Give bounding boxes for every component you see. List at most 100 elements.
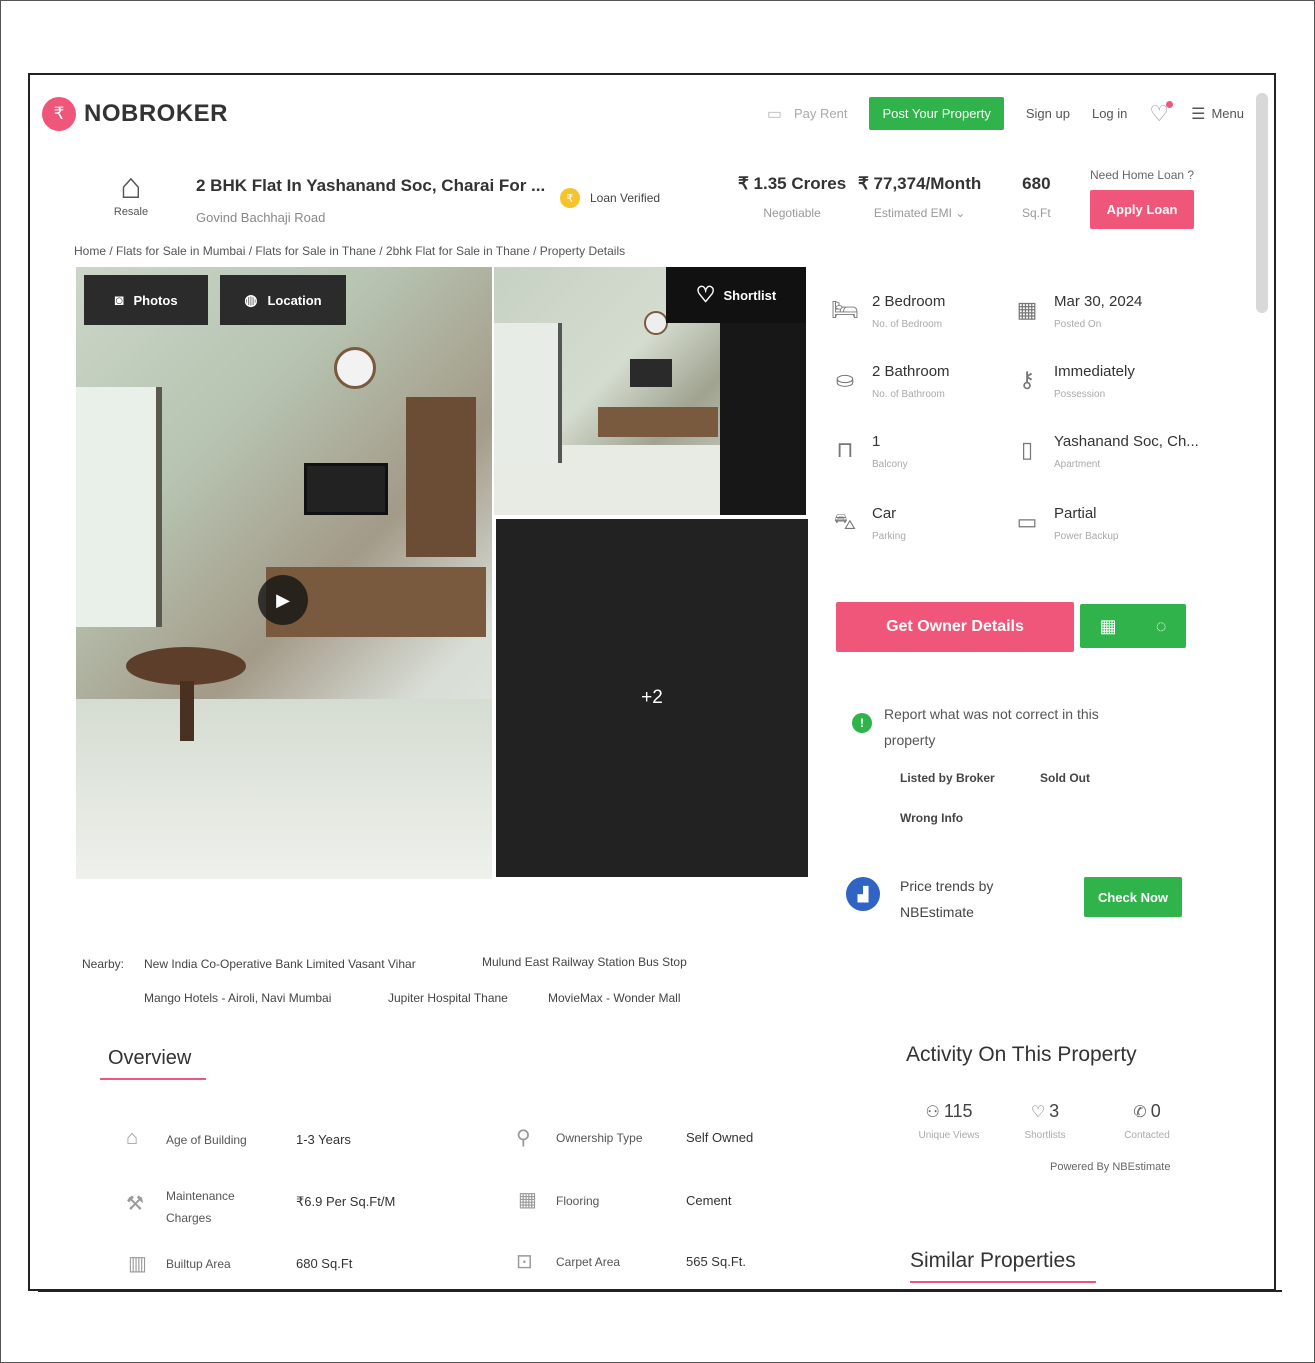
resale-badge: ⌂ Resale — [108, 165, 154, 219]
photo-clock — [334, 347, 376, 389]
verified-icon: ₹ — [560, 188, 580, 208]
apply-loan-button[interactable]: Apply Loan — [1090, 190, 1195, 229]
spec-label: Apartment — [1054, 459, 1101, 470]
emi-value: ₹ 77,374/Month — [858, 174, 982, 193]
nobroker-logo[interactable]: ₹ NOBROKER — [42, 97, 228, 131]
heart-icon: ♡ — [1030, 1104, 1046, 1121]
report-option-wrong[interactable]: Wrong Info — [900, 811, 963, 825]
spec-value: Yashanand Soc, Ch... — [1054, 433, 1199, 450]
building-icon: ▯ — [1020, 437, 1034, 462]
nearby-place[interactable]: Mulund East Railway Station Bus Stop — [482, 955, 687, 969]
shortlist-button[interactable]: ♡ Shortlist — [666, 267, 806, 323]
overview-value: 565 Sq.Ft. — [686, 1254, 746, 1269]
user-key-icon: ⚲ — [516, 1127, 531, 1149]
shortlist-heart-icon[interactable]: ♡ — [1149, 100, 1174, 127]
logo-text: NOBROKER — [84, 100, 229, 127]
card-icon: ▭ — [766, 105, 782, 123]
spec-value: Immediately — [1054, 363, 1135, 380]
price-trends-text: Price trends by NBEstimate — [900, 878, 994, 920]
listing-titlebar: ⌂ Resale 2 BHK Flat In Yashanand Soc, Ch… — [70, 158, 1236, 236]
photo-table — [126, 647, 246, 685]
report-option-sold[interactable]: Sold Out — [1040, 771, 1090, 785]
check-now-button[interactable]: Check Now — [1084, 877, 1182, 917]
nearby-place[interactable]: Mango Hotels - Airoli, Navi Mumbai — [144, 991, 331, 1005]
listing-title: 2 BHK Flat In Yashanand Soc, Charai For … — [196, 176, 546, 195]
overview-underline — [100, 1078, 206, 1080]
area-block: 680 Sq.Ft — [1022, 174, 1051, 220]
overview-label: Maintenance Charges — [166, 1189, 235, 1225]
pay-rent-link[interactable]: ▭ Pay Rent — [767, 104, 848, 124]
calendar-icon[interactable]: ▦ — [1100, 616, 1117, 637]
photos-tab[interactable]: ◙ Photos — [84, 275, 208, 325]
house-rupee-icon: ⌂ — [120, 165, 142, 206]
listing-address: Govind Bachhaji Road — [196, 210, 326, 225]
photos-tab-label: Photos — [133, 292, 178, 308]
owner-action-row: Get Owner Details ▦ ◌ — [836, 602, 1186, 652]
main-photo[interactable]: ▶ ◙ Photos ◍ Location — [76, 267, 492, 879]
report-option-broker[interactable]: Listed by Broker — [900, 771, 995, 785]
contacted-value: 0 — [1150, 1101, 1161, 1121]
grid-tiles-icon: ▦ — [518, 1189, 537, 1211]
unique-views-label: Unique Views — [918, 1130, 980, 1141]
shortlists-label: Shortlists — [1024, 1130, 1066, 1141]
overview-label: Flooring — [556, 1194, 600, 1208]
sign-up-link[interactable]: Sign up — [1026, 106, 1070, 121]
chat-icon[interactable]: ◌ — [1156, 616, 1167, 637]
frame-shadow-line — [38, 1290, 1282, 1292]
spec-label: No. of Bathroom — [872, 389, 945, 400]
home-loan-block: Need Home Loan ? Apply Loan — [1090, 168, 1195, 229]
spec-label: No. of Bedroom — [872, 319, 943, 330]
photo-cabinet — [598, 407, 718, 437]
top-header: ₹ NOBROKER ▭ Pay Rent Post Your Property… — [30, 75, 1274, 155]
photo-clock — [644, 311, 668, 335]
loan-verified-badge: ₹ Loan Verified — [560, 188, 660, 208]
play-video-button[interactable]: ▶ — [258, 575, 308, 625]
emi-block[interactable]: ₹ 77,374/Month Estimated EMI ⌄ — [858, 174, 981, 220]
location-tab[interactable]: ◍ Location — [220, 275, 346, 325]
photo-tv — [304, 463, 388, 515]
overview-label: Ownership Type — [556, 1131, 643, 1145]
spec-value: 2 Bathroom — [872, 363, 950, 380]
top-nav: ▭ Pay Rent Post Your Property Sign up Lo… — [745, 97, 1244, 130]
balcony-icon: ⊓ — [836, 437, 854, 462]
photo-window — [76, 387, 162, 627]
unique-views-stat: ⚇ 115 Unique Views — [904, 1101, 994, 1141]
bathtub-icon: ⛀ — [835, 367, 855, 392]
spec-value: Mar 30, 2024 — [1054, 293, 1143, 310]
logo-icon: ₹ — [42, 97, 76, 131]
emi-note: Estimated EMI ⌄ — [873, 206, 966, 220]
overview-label: Carpet Area — [556, 1255, 621, 1269]
more-photos-count: +2 — [641, 687, 663, 708]
nearby-place[interactable]: MovieMax - Wonder Mall — [548, 991, 680, 1005]
spec-value: 1 — [872, 433, 881, 450]
photo-table-leg — [180, 681, 194, 741]
spec-value: Car — [872, 505, 897, 522]
unique-views-value: 115 — [943, 1101, 973, 1121]
get-owner-details-button[interactable]: Get Owner Details — [836, 602, 1074, 652]
hammer-icon: ⚒ — [126, 1193, 144, 1215]
area-unit: Sq.Ft — [1022, 206, 1051, 220]
price-note: Negotiable — [763, 206, 821, 220]
price-block: ₹ 1.35 Crores Negotiable — [738, 174, 846, 220]
building-age-icon: ⌂ — [126, 1127, 139, 1149]
nearby-place[interactable]: Jupiter Hospital Thane — [388, 991, 508, 1005]
overview-label: Builtup Area — [166, 1257, 231, 1271]
more-photos-tile[interactable]: +2 — [496, 519, 808, 877]
menu-label: Menu — [1211, 106, 1244, 121]
post-property-button[interactable]: Post Your Property — [869, 97, 1004, 130]
overview-value: 680 Sq.Ft — [296, 1256, 353, 1271]
breadcrumb[interactable]: Home / Flats for Sale in Mumbai / Flats … — [74, 244, 625, 258]
carpet-area-icon: ⊡ — [516, 1251, 533, 1273]
powered-by: Powered By NBEstimate — [1050, 1161, 1171, 1173]
similar-underline — [910, 1281, 1096, 1283]
contacted-label: Contacted — [1124, 1130, 1170, 1141]
spec-label: Parking — [872, 531, 906, 542]
bed-icon: 🛏 — [831, 297, 859, 322]
nearby-label: Nearby: — [82, 957, 125, 971]
menu-button[interactable]: ☰ Menu — [1191, 104, 1244, 124]
photo-tv — [630, 359, 672, 387]
overview-value: 1-3 Years — [296, 1132, 351, 1147]
spec-value: 2 Bedroom — [872, 293, 946, 310]
log-in-link[interactable]: Log in — [1092, 106, 1127, 121]
nearby-place[interactable]: New India Co-Operative Bank Limited Vasa… — [144, 957, 416, 971]
